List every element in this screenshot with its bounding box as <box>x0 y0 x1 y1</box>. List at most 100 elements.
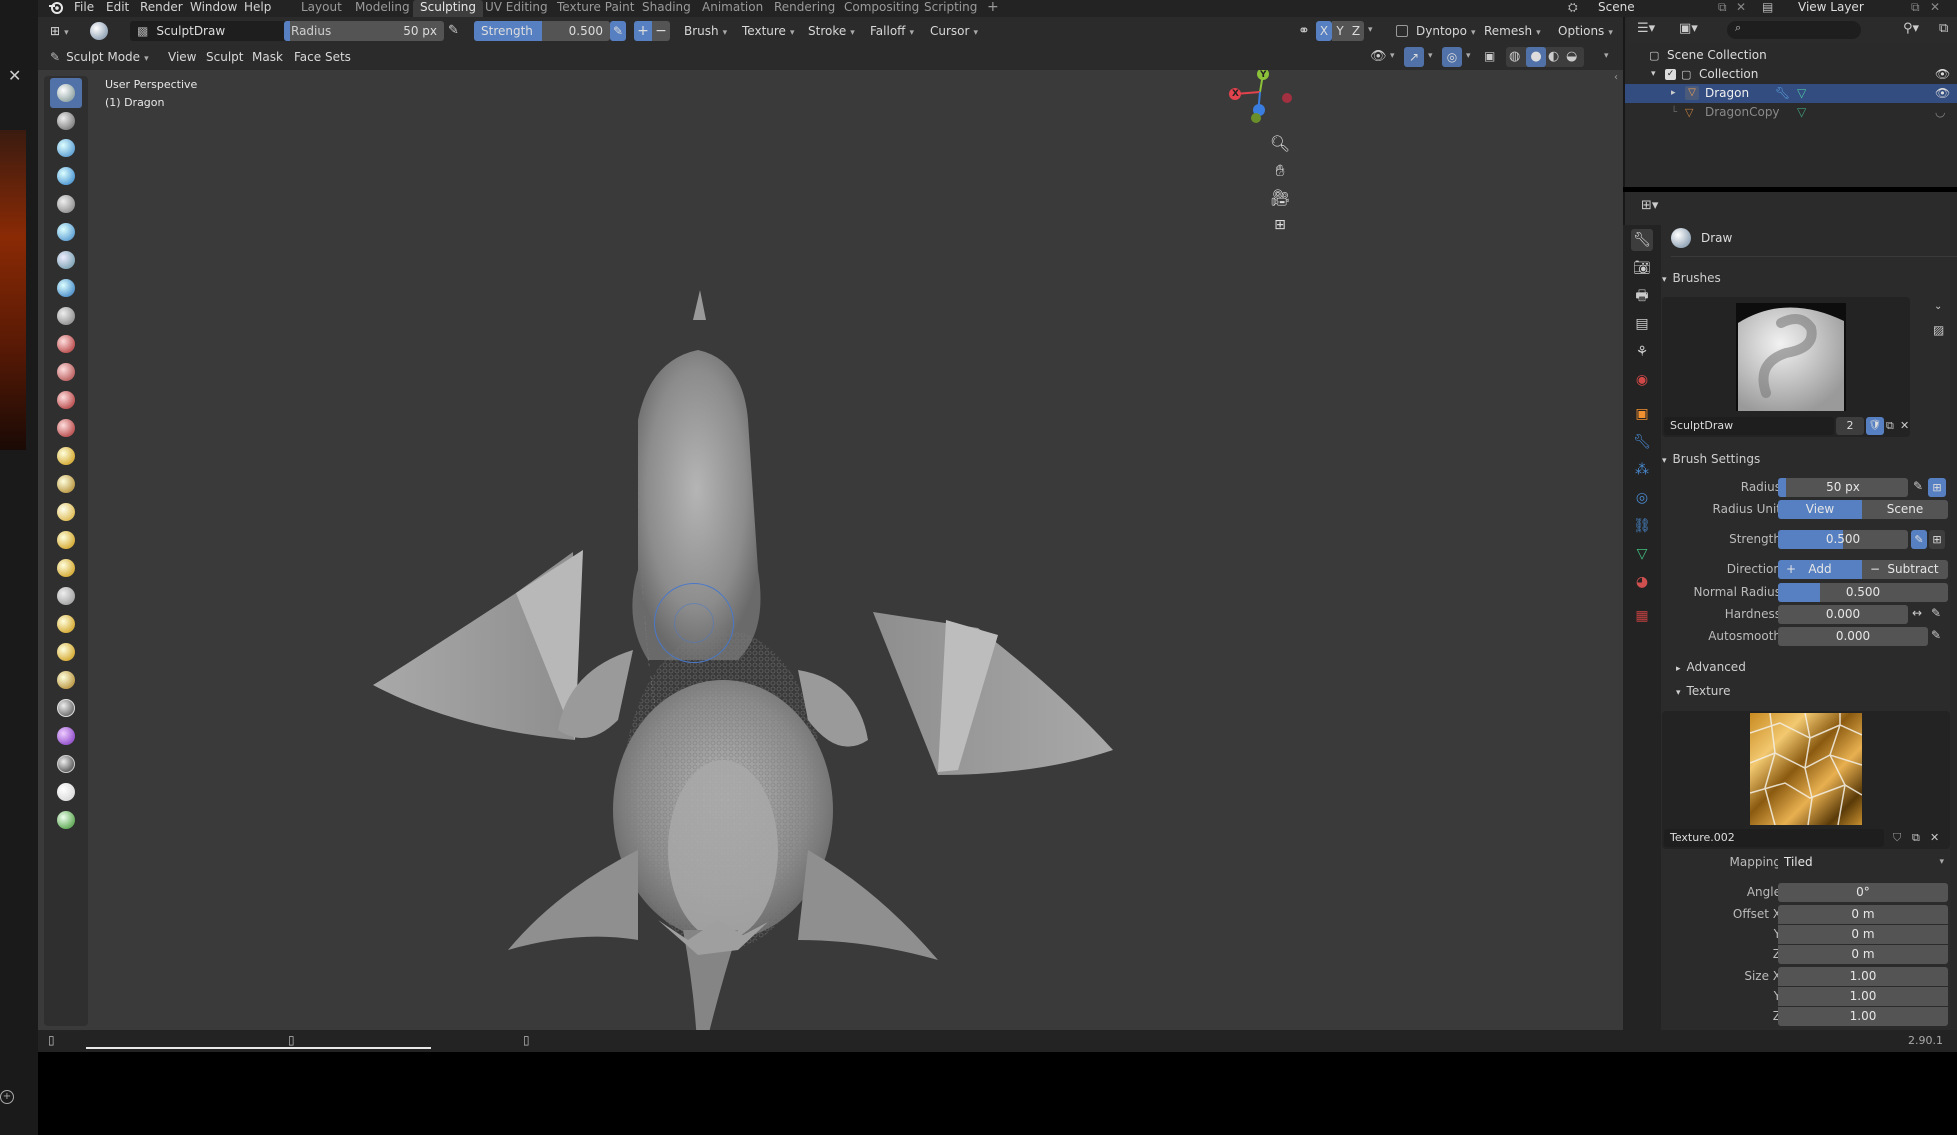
mapping-dropdown[interactable]: Tiled ▾ <box>1778 853 1948 872</box>
object-tab-icon[interactable]: ▣ <box>1631 403 1653 425</box>
render-tab-icon[interactable]: 📷︎ <box>1631 257 1653 279</box>
radius-slider[interactable]: 50 px <box>1778 478 1908 497</box>
multiplane-scrape-tool[interactable] <box>50 441 82 471</box>
output-tab-icon[interactable]: 🖶 <box>1631 285 1653 307</box>
simplify-tool[interactable] <box>50 777 82 807</box>
menu-render[interactable]: Render <box>140 0 183 14</box>
hardness-slider[interactable]: 0.000 <box>1778 605 1908 624</box>
wireframe-shading-icon[interactable]: ◍ <box>1509 49 1520 64</box>
rendered-shading-icon[interactable]: ◒ <box>1566 49 1577 64</box>
delete-view-layer-icon[interactable]: ✕ <box>1930 0 1940 14</box>
pan-hand-icon[interactable]: ✋︎ <box>1266 157 1294 185</box>
dyntopo-menu[interactable]: Dyntopo ▾ <box>1412 21 1479 41</box>
outliner-row-scene-collection[interactable]: ▢ Scene Collection <box>1625 46 1957 65</box>
tab-sculpting[interactable]: Sculpting <box>413 0 484 17</box>
duplicate-texture-icon[interactable]: ⧉ <box>1912 831 1920 845</box>
brush-menu-chevron-icon[interactable]: ⌄ <box>1934 301 1942 312</box>
filter-view-icon[interactable]: ▣▾ <box>1679 21 1698 36</box>
new-scene-icon[interactable]: ⧉ <box>1718 0 1727 15</box>
mesh-data-icon[interactable]: ▽ <box>1797 103 1806 122</box>
tab-rendering[interactable]: Rendering <box>767 0 842 17</box>
rotate-tool[interactable] <box>50 665 82 695</box>
direction-add-button[interactable]: + Add <box>1778 560 1862 579</box>
tab-scripting[interactable]: Scripting <box>917 0 984 17</box>
eye-icon[interactable]: 👁︎ <box>1935 65 1950 84</box>
blender-logo-icon[interactable] <box>48 0 64 16</box>
fake-user-shield-icon[interactable]: 🛡︎ <box>1866 417 1884 435</box>
falloff-menu[interactable]: Falloff ▾ <box>866 21 918 41</box>
mask-tool[interactable] <box>50 805 82 835</box>
filter-icon[interactable]: ⚲▾ <box>1903 21 1919 36</box>
expand-arrow-icon[interactable]: ▾ <box>1651 65 1656 84</box>
view-layer-tab-icon[interactable]: ▤ <box>1631 313 1653 335</box>
strength-pressure-icon[interactable]: ✎ <box>1911 530 1927 549</box>
visibility-icon[interactable]: 👁 <box>1370 49 1387 64</box>
tab-texture-paint[interactable]: Texture Paint <box>550 0 641 17</box>
dyntopo-checkbox[interactable] <box>1396 25 1408 37</box>
fake-user-shield-icon[interactable]: ⛉ <box>1893 831 1901 845</box>
texture-tab-icon[interactable]: ▦ <box>1631 605 1653 627</box>
mode-dropdown[interactable]: ✎ Sculpt Mode ▾ <box>46 47 153 67</box>
brush-settings-section-header[interactable]: ▾ Brush Settings <box>1662 452 1760 466</box>
boundary-tool[interactable] <box>50 721 82 751</box>
radius-pressure-icon[interactable]: ✎ <box>448 23 459 38</box>
menu-file[interactable]: File <box>74 0 94 14</box>
invert-arrows-icon[interactable]: ↔ <box>1912 606 1922 620</box>
view-menu[interactable]: View <box>164 47 200 67</box>
zoom-icon[interactable]: 🔍︎ <box>1266 130 1294 158</box>
normal-radius-slider[interactable]: 0.500 <box>1778 583 1948 602</box>
strength-lock-icon[interactable]: ⊞ <box>1929 530 1945 549</box>
stroke-menu[interactable]: Stroke ▾ <box>804 21 859 41</box>
smooth-tool[interactable] <box>50 329 82 359</box>
outliner-row-dragon[interactable]: ▸ ▽ Dragon 🔧︎ ▽ 👁︎ <box>1625 84 1957 103</box>
new-view-layer-icon[interactable]: ⧉ <box>1911 0 1920 15</box>
tab-layout[interactable]: Layout <box>294 0 349 17</box>
mesh-data-icon[interactable]: ▽ <box>1797 84 1806 103</box>
direction-add-button[interactable]: + <box>634 21 652 41</box>
brush-preview-box[interactable]: SculptDraw 2 🛡︎ ⧉ ✕ <box>1662 297 1910 437</box>
brush-image-icon[interactable]: ▨ <box>1933 323 1944 337</box>
blob-tool[interactable] <box>50 273 82 303</box>
face-sets-menu[interactable]: Face Sets <box>290 47 355 67</box>
display-mode-icon[interactable]: ☰▾ <box>1637 21 1655 36</box>
radius-field[interactable]: Radius 50 px <box>284 21 444 41</box>
tab-shading[interactable]: Shading <box>635 0 698 17</box>
brush-users-count[interactable]: 2 <box>1836 417 1864 435</box>
chevron-down-icon[interactable]: ▾ <box>1428 51 1433 61</box>
menu-help[interactable]: Help <box>244 0 271 14</box>
nudge-tool[interactable] <box>50 637 82 667</box>
radius-unit-scene-button[interactable]: Scene <box>1862 500 1948 519</box>
texture-name-field[interactable]: Texture.002 <box>1664 829 1884 847</box>
options-menu[interactable]: Options ▾ <box>1554 21 1617 41</box>
brush-preview-icon[interactable] <box>90 22 108 40</box>
constraints-tab-icon[interactable]: ⛓ <box>1631 515 1653 537</box>
exclude-checkbox[interactable]: ✓ <box>1665 69 1676 80</box>
elastic-deform-tool[interactable] <box>50 525 82 555</box>
chevron-down-icon[interactable]: ▾ <box>1368 25 1373 35</box>
outliner-row-dragoncopy[interactable]: └ ▽ DragonCopy ▽ ◡ <box>1625 103 1957 122</box>
editor-type-dropdown[interactable]: ⊞ ▾ <box>46 21 73 41</box>
expand-arrow-icon[interactable]: ▸ <box>1671 84 1676 103</box>
layer-tool[interactable] <box>50 217 82 247</box>
pressure-pen-icon[interactable]: ✎ <box>1931 628 1941 642</box>
clay-thumb-tool[interactable] <box>50 189 82 219</box>
unlink-brush-icon[interactable]: ✕ <box>1900 419 1909 432</box>
xray-icon[interactable]: ▣ <box>1484 49 1495 63</box>
eye-icon[interactable]: 👁︎ <box>1935 84 1950 103</box>
fill-tool[interactable] <box>50 385 82 415</box>
cursor-menu[interactable]: Cursor ▾ <box>926 21 982 41</box>
mirror-z-toggle[interactable]: Z <box>1348 21 1364 41</box>
close-icon[interactable]: ✕ <box>8 66 21 85</box>
texture-preview-box[interactable]: Texture.002 ⛉ ⧉ ✕ <box>1662 711 1950 849</box>
pinch-tool[interactable] <box>50 469 82 499</box>
mask-menu[interactable]: Mask <box>248 47 287 67</box>
view-layer-icon[interactable]: ▤ <box>1762 0 1773 14</box>
grid-view-icon[interactable]: ⊞ <box>1266 211 1294 239</box>
clay-tool[interactable] <box>50 133 82 163</box>
texture-subpanel-header[interactable]: ▾ Texture <box>1676 684 1730 698</box>
gizmo-toggle-icon[interactable]: ↗ <box>1404 47 1424 67</box>
offset-x-field[interactable]: 0 m <box>1778 905 1948 924</box>
scene-tab-icon[interactable]: ⚘ <box>1631 341 1653 363</box>
physics-tab-icon[interactable]: ◎ <box>1631 487 1653 509</box>
solid-shading-icon[interactable]: ● <box>1526 47 1546 67</box>
